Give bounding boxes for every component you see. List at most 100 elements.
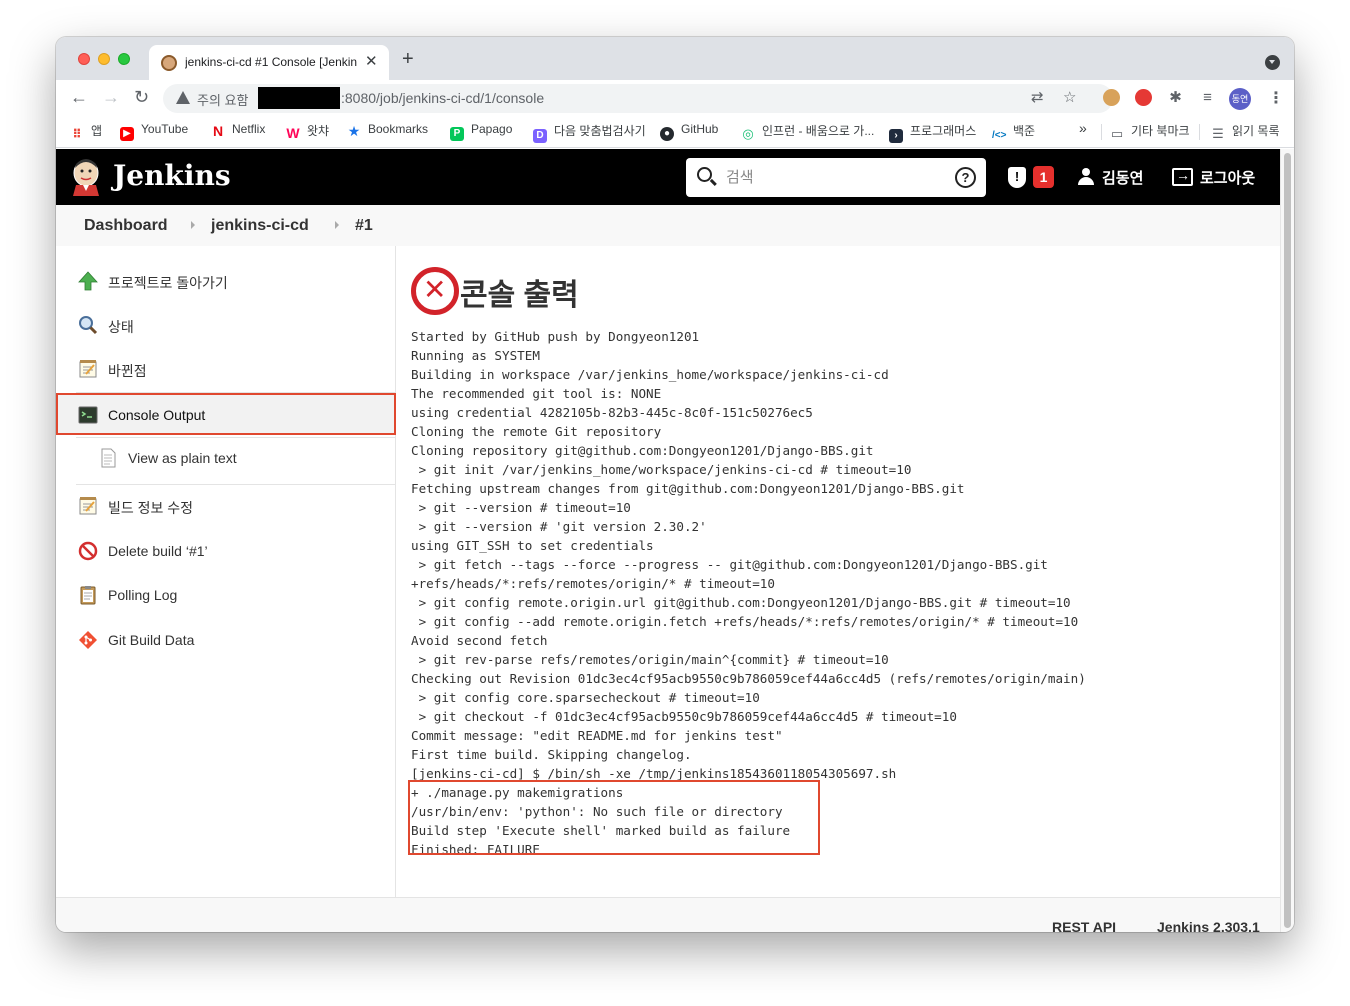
task-back-to-project[interactable]: 프로젝트로 돌아가기 bbox=[56, 261, 396, 301]
console-line: > git config core.sparsecheckout # timeo… bbox=[411, 690, 760, 705]
task-delete-build[interactable]: Delete build ‘#1’ bbox=[56, 531, 396, 571]
console-output[interactable]: Started by GitHub push by Dongyeon1201 Ru… bbox=[411, 327, 1086, 859]
tab-strip: jenkins-ci-cd #1 Console [Jenkins] ✕ + bbox=[56, 37, 1294, 80]
rest-api-link[interactable]: REST API bbox=[1052, 919, 1116, 932]
forward-button[interactable]: → bbox=[102, 87, 120, 107]
console-line: Building in workspace /var/jenkins_home/… bbox=[411, 367, 889, 382]
bookmark-github[interactable]: ● GitHub bbox=[660, 122, 718, 142]
bookmark-inflearn[interactable]: ◎ 인프런 - 배움으로 가... bbox=[741, 122, 874, 142]
extension-red-icon[interactable] bbox=[1135, 89, 1152, 106]
bookmark-watcha[interactable]: W 왓챠 bbox=[286, 122, 329, 142]
console-line: Running as SYSTEM bbox=[411, 348, 540, 363]
magnifier-icon bbox=[79, 316, 98, 335]
baekjoon-icon: /<> bbox=[992, 129, 1007, 143]
security-shield-icon[interactable]: ! bbox=[1008, 167, 1026, 188]
help-icon[interactable]: ? bbox=[955, 167, 976, 188]
bookmark-youtube[interactable]: ▶ YouTube bbox=[120, 122, 188, 142]
url-text[interactable]: :8080/job/jenkins-ci-cd/1/console bbox=[341, 90, 544, 106]
apps-grid-icon: ⠿ bbox=[70, 127, 84, 141]
breadcrumb-job[interactable]: jenkins-ci-cd bbox=[211, 217, 309, 235]
new-tab-button[interactable]: + bbox=[402, 49, 414, 69]
task-polling-log[interactable]: Polling Log bbox=[56, 575, 396, 615]
console-line: + ./manage.py makemigrations bbox=[411, 785, 624, 800]
console-line: +refs/heads/*:refs/remotes/origin/* # ti… bbox=[411, 576, 775, 591]
console-line: > git init /var/jenkins_home/workspace/j… bbox=[411, 462, 912, 477]
bookmark-bookmarks[interactable]: ★ Bookmarks bbox=[347, 122, 428, 142]
security-alert-badge[interactable]: 1 bbox=[1033, 166, 1054, 188]
search-input[interactable] bbox=[726, 166, 946, 188]
bookmark-star-icon[interactable]: ☆ bbox=[1063, 88, 1076, 106]
breadcrumb-separator-icon[interactable] bbox=[191, 221, 195, 229]
translate-icon[interactable]: ⇄ bbox=[1031, 88, 1044, 106]
user-icon bbox=[1078, 168, 1094, 186]
search-box: ? bbox=[686, 158, 986, 197]
no-entry-icon bbox=[78, 541, 98, 561]
star-icon: ★ bbox=[347, 123, 361, 139]
breadcrumb-dashboard[interactable]: Dashboard bbox=[84, 217, 168, 235]
console-line: > git fetch --tags --force --progress --… bbox=[411, 557, 1048, 572]
bookmark-baekjoon[interactable]: /<> 백준 bbox=[992, 122, 1035, 143]
logout-icon bbox=[1172, 167, 1193, 186]
console-line: Finished: FAILURE bbox=[411, 842, 540, 857]
task-status[interactable]: 상태 bbox=[56, 305, 396, 345]
page-scrollbar[interactable] bbox=[1280, 149, 1294, 932]
browser-tab[interactable]: jenkins-ci-cd #1 Console [Jenkins] ✕ bbox=[149, 45, 389, 80]
cookie-extension-icon[interactable] bbox=[1103, 89, 1120, 106]
terminal-icon bbox=[78, 406, 98, 424]
build-failed-icon bbox=[411, 267, 459, 315]
media-control-icon[interactable]: ≡ bbox=[1199, 89, 1216, 106]
tab-title: jenkins-ci-cd #1 Console [Jenkins] bbox=[185, 55, 357, 69]
task-view-plain-text[interactable]: View as plain text bbox=[56, 438, 396, 478]
bookmark-programmers[interactable]: › 프로그래머스 bbox=[889, 122, 976, 143]
bookmarks-overflow-button[interactable]: » bbox=[1079, 120, 1087, 140]
task-console-output[interactable]: Console Output bbox=[56, 393, 396, 435]
bookmark-other-folder[interactable]: ▭ 기타 북마크 bbox=[1110, 122, 1190, 142]
user-name-link[interactable]: 김동연 bbox=[1102, 167, 1143, 188]
minimize-window-button[interactable] bbox=[98, 53, 110, 65]
page-title: 콘솔 출력 bbox=[460, 279, 579, 312]
jenkins-header: Jenkins ? ! 1 김동연 로그아웃 bbox=[56, 149, 1280, 205]
tab-close-icon[interactable]: ✕ bbox=[365, 52, 378, 70]
back-button[interactable]: ← bbox=[70, 87, 88, 107]
jenkins-butler-logo-icon[interactable] bbox=[71, 158, 101, 196]
inflearn-icon: ◎ bbox=[741, 126, 755, 141]
bookmarks-divider bbox=[1101, 124, 1102, 140]
breadcrumb-separator-icon[interactable] bbox=[335, 221, 339, 229]
page-footer: REST API Jenkins 2.303.1 bbox=[56, 897, 1280, 932]
console-line: First time build. Skipping changelog. bbox=[411, 747, 692, 762]
reload-button[interactable]: ↻ bbox=[134, 87, 149, 107]
console-line: > git rev-parse refs/remotes/origin/main… bbox=[411, 652, 889, 667]
close-window-button[interactable] bbox=[78, 53, 90, 65]
side-panel: 프로젝트로 돌아가기 상태 바뀐점 Console Output View as… bbox=[56, 246, 396, 897]
bookmark-papago[interactable]: P Papago bbox=[450, 122, 512, 142]
git-icon bbox=[79, 631, 97, 649]
maximize-window-button[interactable] bbox=[118, 53, 130, 65]
security-status[interactable]: 주의 요함 bbox=[197, 90, 248, 109]
reading-list-button[interactable]: ☰ 읽기 목록 bbox=[1211, 122, 1280, 142]
scrollbar-thumb[interactable] bbox=[1284, 153, 1291, 928]
task-git-build-data[interactable]: Git Build Data bbox=[56, 620, 396, 660]
console-line: > git config remote.origin.url git@githu… bbox=[411, 595, 1071, 610]
notepad-icon bbox=[79, 360, 97, 378]
logout-link[interactable]: 로그아웃 bbox=[1200, 167, 1255, 188]
task-changes[interactable]: 바뀐점 bbox=[56, 349, 396, 389]
extensions-puzzle-icon[interactable]: ✱ bbox=[1167, 89, 1184, 106]
tab-search-icon[interactable] bbox=[1265, 55, 1280, 70]
address-bar[interactable]: 주의 요함 :8080/job/jenkins-ci-cd/1/console … bbox=[163, 84, 1113, 113]
papago-icon: P bbox=[450, 127, 464, 141]
console-line: Commit message: "edit README.md for jenk… bbox=[411, 728, 783, 743]
console-line: using GIT_SSH to set credentials bbox=[411, 538, 654, 553]
console-line: > git --version # 'git version 2.30.2' bbox=[411, 519, 707, 534]
jenkins-brand[interactable]: Jenkins bbox=[113, 159, 231, 192]
profile-avatar[interactable]: 동연 bbox=[1229, 88, 1251, 110]
jenkins-version-link[interactable]: Jenkins 2.303.1 bbox=[1157, 919, 1260, 932]
reading-list-icon: ☰ bbox=[1211, 126, 1225, 141]
daum-icon: D bbox=[533, 129, 547, 143]
browser-menu-icon[interactable]: ⋮ bbox=[1268, 88, 1284, 108]
bookmark-apps[interactable]: ⠿ 앱 bbox=[70, 122, 102, 142]
breadcrumb-build[interactable]: #1 bbox=[355, 217, 373, 235]
bookmark-netflix[interactable]: N Netflix bbox=[211, 122, 265, 142]
console-line: Fetching upstream changes from git@githu… bbox=[411, 481, 965, 496]
task-edit-build-info[interactable]: 빌드 정보 수정 bbox=[56, 486, 396, 526]
bookmark-daum-spellcheck[interactable]: D 다음 맞춤법검사기 bbox=[533, 122, 646, 143]
